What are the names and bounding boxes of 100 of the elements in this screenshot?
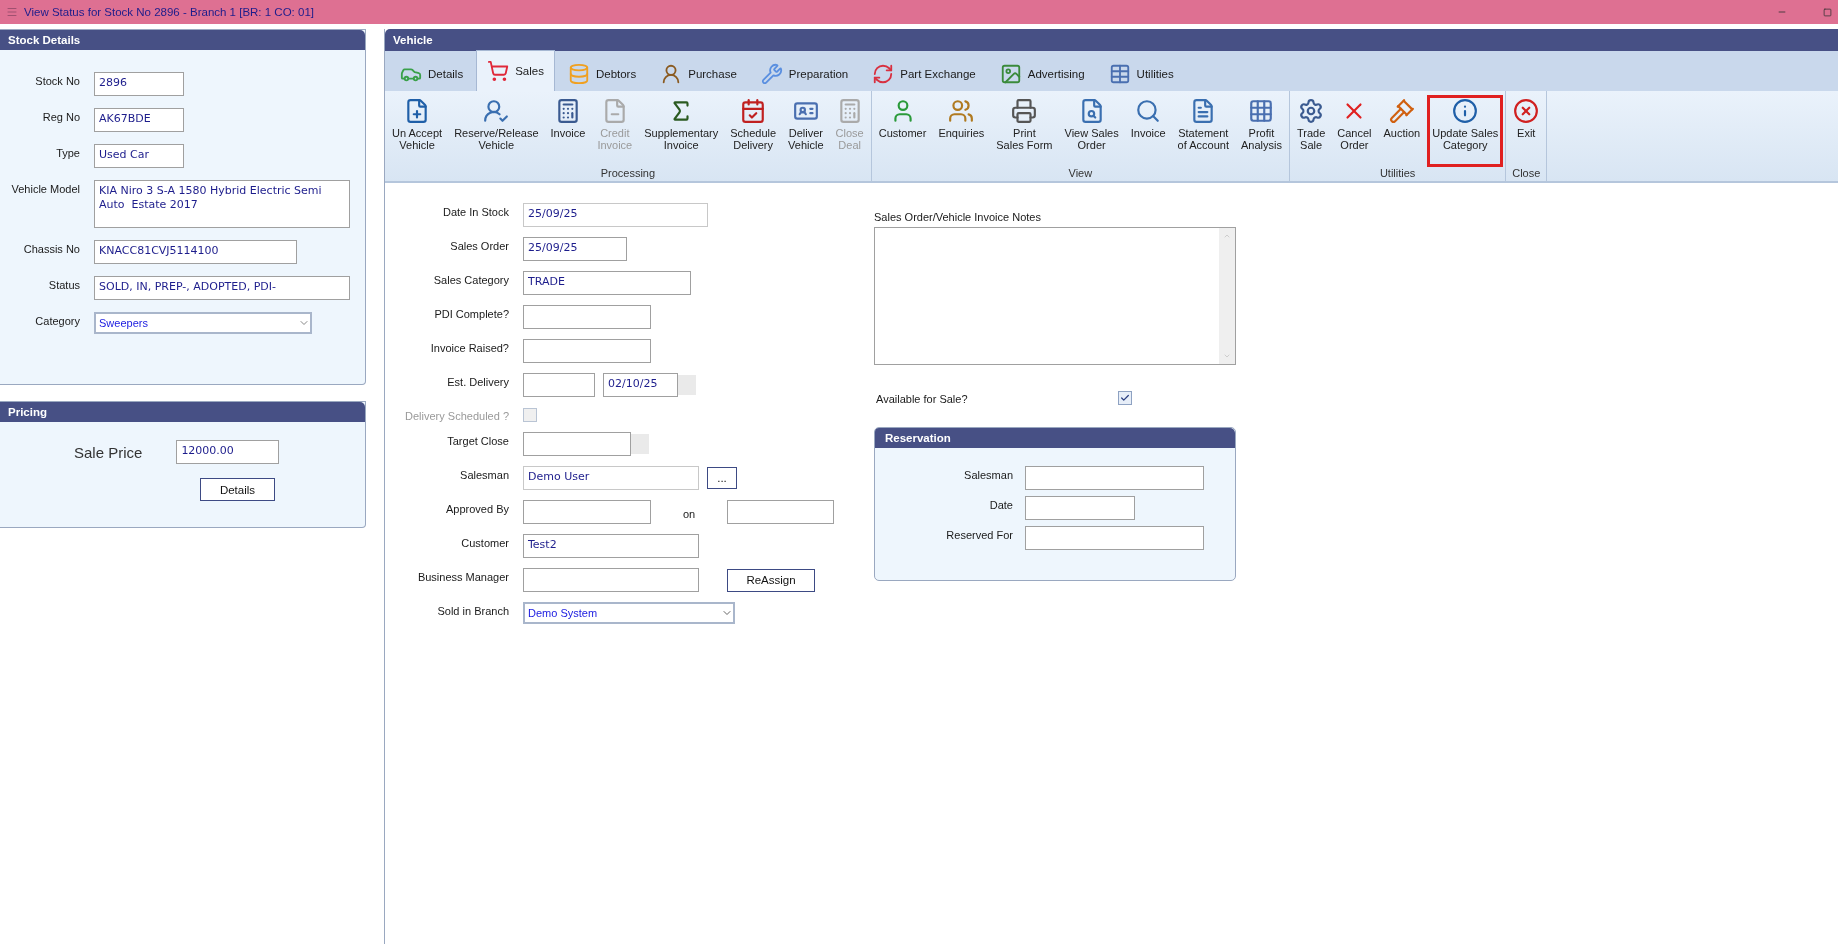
text-field[interactable] — [523, 305, 651, 329]
scrollbar[interactable] — [1219, 228, 1235, 364]
field-label: Salesman — [963, 468, 1013, 483]
ribbon-button[interactable]: Profit Analysis — [1235, 95, 1287, 167]
text-field[interactable] — [1025, 466, 1204, 490]
date-field[interactable]: 02/10/25 — [603, 373, 678, 397]
dropdown[interactable]: Sweepers — [94, 312, 312, 334]
ribbon-button[interactable]: Enquiries — [933, 95, 990, 167]
text-field[interactable] — [523, 339, 651, 363]
scroll-up-icon[interactable] — [1223, 232, 1231, 240]
dropdown[interactable]: Demo System — [523, 602, 735, 624]
tab[interactable]: Advertising — [988, 56, 1096, 91]
ribbon-button[interactable]: Supplementary Invoice — [639, 95, 724, 167]
text-field[interactable]: 25/09/25 — [523, 237, 627, 261]
details-button[interactable]: Details — [200, 478, 275, 501]
group-label: Processing — [599, 167, 657, 181]
ribbon-button[interactable]: Reserve/Release Vehicle — [449, 95, 544, 167]
field-label: PDI Complete? — [433, 307, 509, 322]
ribbon-button[interactable]: Auction — [1378, 95, 1426, 167]
tab[interactable]: Details — [389, 56, 475, 91]
ribbon-button[interactable]: Customer — [873, 95, 932, 167]
field-label: Reg No — [41, 110, 80, 123]
people-icon — [948, 98, 975, 124]
ribbon-button[interactable]: Invoice — [1125, 95, 1171, 167]
maximize-icon[interactable] — [1823, 7, 1832, 17]
text-field[interactable] — [523, 568, 699, 592]
field-label: Delivery Scheduled ? — [404, 409, 509, 422]
tab[interactable]: Preparation — [749, 56, 860, 91]
tab[interactable]: Purchase — [649, 56, 748, 91]
gavel-icon — [1388, 98, 1415, 124]
text-field[interactable]: KNACC81CVJ5114100 — [94, 240, 297, 264]
group-label: Utilities — [1378, 167, 1417, 181]
group-label: Close — [1511, 167, 1542, 181]
field-label: Salesman — [459, 468, 509, 483]
panel-header: Pricing — [0, 402, 365, 422]
panel-header: Stock Details — [0, 30, 365, 50]
field-label: Status — [47, 278, 80, 291]
scroll-down-icon[interactable] — [1223, 352, 1231, 360]
field-label: Business Manager — [416, 570, 509, 585]
text-field[interactable] — [523, 500, 651, 524]
wrench-icon — [760, 63, 783, 85]
field-label: Category — [34, 314, 80, 327]
field-label: on — [681, 506, 697, 520]
date-field[interactable] — [523, 432, 631, 456]
ribbon-button[interactable]: Exit — [1508, 95, 1545, 167]
field-label: Reserved For — [945, 528, 1013, 543]
text-field[interactable]: Test2 — [523, 534, 699, 558]
text-field[interactable]: AK67BDE — [94, 108, 184, 132]
ribbon-button[interactable]: Invoice — [545, 95, 591, 167]
check-icon — [1119, 392, 1130, 403]
field-label: Available for Sale? — [876, 392, 968, 405]
ribbon-button[interactable]: Statement of Account — [1172, 95, 1234, 167]
field-label: Stock No — [34, 74, 80, 87]
text-field[interactable] — [1025, 496, 1135, 520]
text-field[interactable]: TRADE — [523, 271, 691, 295]
window-title: View Status for Stock No 2896 - Branch 1 [BR: 1 CO: 01] — [24, 6, 315, 18]
field-label: Sales Category — [432, 273, 509, 288]
field-label: Est. Delivery — [446, 375, 509, 390]
ribbon-button[interactable]: Un Accept Vehicle — [387, 95, 448, 167]
field-label: Sales Order/Vehicle Invoice Notes — [874, 211, 1042, 223]
field-label: Date In Stock — [441, 205, 509, 220]
text-field[interactable]: Used Car — [94, 144, 184, 168]
panel-header: Reservation — [875, 428, 1235, 448]
ribbon-button[interactable]: Print Sales Form — [991, 95, 1058, 167]
shopping-cart-icon — [487, 60, 510, 82]
table-icon — [1108, 63, 1131, 85]
ribbon-button[interactable]: Cancel Order — [1332, 95, 1377, 167]
printer-icon — [1011, 98, 1038, 124]
tab[interactable]: Debtors — [556, 56, 648, 91]
ribbon-button[interactable]: Trade Sale — [1291, 95, 1331, 167]
text-field[interactable]: KIA Niro 3 S-A 1580 Hybrid Electric Semi Auto Estate 2017 — [94, 180, 350, 228]
coin-stack-icon — [567, 63, 590, 85]
ribbon-button[interactable]: Deliver Vehicle — [783, 95, 829, 167]
date-field[interactable] — [523, 373, 595, 397]
menu-icon[interactable] — [6, 6, 18, 18]
ribbon-button[interactable]: Schedule Delivery — [725, 95, 782, 167]
tab[interactable]: Part Exchange — [861, 56, 987, 91]
text-field[interactable]: 25/09/25 — [523, 203, 708, 227]
ribbon-button[interactable]: Update Sales Category — [1427, 95, 1504, 167]
price-field[interactable]: 12000.00 — [176, 440, 280, 464]
notes-field[interactable] — [874, 227, 1236, 365]
reassign-button[interactable]: ReAssign — [727, 568, 815, 592]
browse-button[interactable]: ... — [707, 467, 737, 489]
tab[interactable]: Sales — [476, 50, 555, 91]
text-field[interactable]: Demo User — [523, 466, 699, 490]
checkbox[interactable] — [1117, 390, 1132, 405]
date-field[interactable] — [727, 500, 834, 524]
field-label: Sold in Branch — [436, 604, 509, 619]
field-label: Target Close — [446, 434, 509, 449]
field-label: Type — [55, 146, 80, 159]
field-label: Invoice Raised? — [429, 341, 509, 356]
group-label: View — [1067, 167, 1094, 181]
text-field[interactable]: SOLD, IN, PREP-, ADOPTED, PDI- — [94, 276, 350, 300]
tab[interactable]: Utilities — [1097, 56, 1185, 91]
table-icon — [1248, 98, 1275, 124]
text-field[interactable]: 2896 — [94, 72, 184, 96]
field-label: Customer — [460, 536, 509, 551]
calendar-check-icon — [740, 98, 767, 124]
ribbon-button[interactable]: View Sales Order — [1059, 95, 1124, 167]
text-field[interactable] — [1025, 526, 1204, 550]
